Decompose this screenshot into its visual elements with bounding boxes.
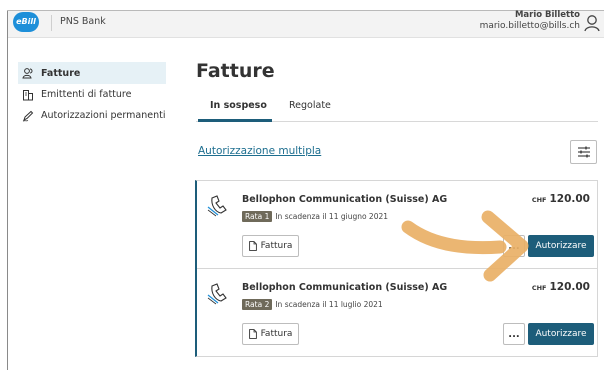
page-title: Fatture	[196, 60, 275, 82]
sidebar-item-label: Autorizzazioni permanenti	[41, 110, 166, 121]
sidebar-item-label: Emittenti di fatture	[41, 89, 132, 100]
bill-amount: CHF 120.00	[532, 193, 590, 205]
invoice-button[interactable]: Fattura	[242, 235, 299, 257]
bill-currency: CHF	[531, 196, 547, 204]
bill-amount: CHF 120.00	[532, 281, 590, 293]
user-icon[interactable]	[584, 14, 600, 32]
logo-separator	[51, 15, 52, 31]
more-options-button[interactable]: ...	[503, 323, 525, 345]
multi-authorization-link[interactable]: Autorizzazione multipla	[198, 145, 321, 157]
installment-badge: Rata 2	[242, 299, 273, 310]
top-bar: eBill PNS Bank Mario Billetto mario.bill…	[8, 10, 604, 38]
users-icon	[22, 68, 33, 79]
sidebar-item-label: Fatture	[41, 67, 81, 79]
bill-amount-value: 120.00	[549, 193, 590, 205]
phone-logo-icon	[207, 195, 227, 217]
ebill-logo[interactable]: eBill	[13, 12, 39, 32]
installment-badge: Rata 1	[242, 211, 273, 222]
bill-issuer: Bellophon Communication (Suisse) AG	[242, 194, 448, 205]
bill-due-line: Rata 1 In scadenza il 11 giugno 2021	[242, 211, 388, 222]
invoice-button[interactable]: Fattura	[242, 323, 299, 345]
window-left-border	[7, 10, 8, 370]
bill-due-date: In scadenza il 11 luglio 2021	[275, 300, 383, 309]
bill-card: Bellophon Communication (Suisse) AG CHF 1…	[197, 269, 598, 357]
document-icon	[248, 241, 257, 251]
user-name: Mario Billetto	[514, 10, 580, 20]
tab-bar: In sospeso Regolate	[196, 98, 598, 122]
authorize-button[interactable]: Autorizzare	[528, 235, 594, 257]
building-icon	[23, 89, 33, 100]
tab-in-sospeso[interactable]: In sospeso	[198, 100, 272, 122]
sliders-icon	[577, 146, 590, 158]
bill-list: Bellophon Communication (Suisse) AG CHF 1…	[195, 180, 598, 357]
bill-amount-value: 120.00	[549, 281, 590, 293]
document-icon	[248, 329, 257, 339]
user-info[interactable]: Mario Billetto mario.billetto@bills.ch	[480, 10, 580, 32]
bill-due-line: Rata 2 In scadenza il 11 luglio 2021	[242, 299, 383, 310]
pen-icon	[22, 110, 34, 122]
bill-currency: CHF	[531, 284, 547, 292]
tab-regolate[interactable]: Regolate	[289, 100, 331, 122]
phone-logo-icon	[207, 283, 227, 305]
bank-name: PNS Bank	[60, 16, 106, 27]
filter-button[interactable]	[570, 140, 597, 164]
invoice-button-label: Fattura	[260, 241, 293, 251]
bill-due-date: In scadenza il 11 giugno 2021	[275, 212, 389, 221]
bill-card: Bellophon Communication (Suisse) AG CHF 1…	[197, 181, 598, 269]
sidebar-item-fatture[interactable]: Fatture	[18, 62, 166, 84]
bill-issuer: Bellophon Communication (Suisse) AG	[242, 282, 448, 293]
more-options-label: ...	[508, 328, 520, 340]
sidebar-item-emittenti[interactable]: Emittenti di fatture	[18, 84, 166, 105]
more-options-button[interactable]: ...	[503, 235, 525, 257]
sidebar: Fatture Emittenti di fatture Autorizzazi…	[18, 62, 166, 126]
sidebar-item-autorizzazioni[interactable]: Autorizzazioni permanenti	[18, 105, 166, 126]
more-options-label: ...	[508, 240, 520, 252]
authorize-button[interactable]: Autorizzare	[528, 323, 594, 345]
invoice-button-label: Fattura	[260, 329, 293, 339]
user-email: mario.billetto@bills.ch	[479, 21, 580, 31]
